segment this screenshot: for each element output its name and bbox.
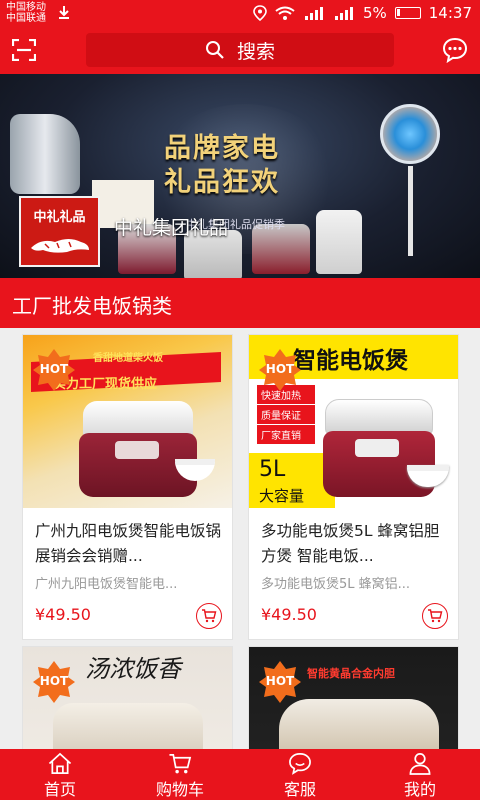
search-label: 搜索	[236, 40, 275, 63]
bottom-nav: 首页 购物车 客服 我的	[0, 749, 480, 800]
signal-icon-2	[334, 7, 353, 20]
product-card[interactable]: 智能电饭煲 快速加热 质量保证 厂家直销 5L 大容量 HOT 多功能电饭煲5L…	[248, 334, 459, 640]
hot-badge: HOT	[259, 661, 301, 703]
banner-fan-image	[380, 104, 440, 164]
battery-percent: 5%	[362, 4, 387, 22]
product-card[interactable]: 汤浓饭香 HOT	[22, 646, 233, 756]
download-icon	[59, 6, 69, 19]
banner-headline: 品牌家电 礼品狂欢	[164, 132, 280, 200]
home-icon	[48, 752, 72, 774]
category-header: 工厂批发电饭锅类	[0, 278, 480, 328]
carrier-1: 中国移动	[6, 2, 46, 13]
banner-kettle-image	[10, 114, 80, 194]
tiger-logo-icon	[31, 239, 89, 253]
hot-badge-label: HOT	[265, 674, 295, 688]
carrier-info: 中国移动 中国联通	[6, 2, 46, 24]
rice-cooker-panel	[355, 439, 399, 457]
product-subtitle: 多功能电饭煲5L 蜂窝铝...	[261, 577, 411, 592]
brand-logo: 中礼礼品	[19, 196, 100, 267]
product-subtitle: 广州九阳电饭煲智能电...	[35, 577, 178, 592]
rice-cooker-panel	[115, 441, 159, 459]
location-icon	[253, 5, 267, 21]
carrier-2: 中国联通	[6, 13, 46, 24]
hot-badge: HOT	[33, 349, 75, 391]
product-title[interactable]: 多功能电饭煲5L 蜂窝铝胆方煲 智能电饭...	[261, 519, 451, 569]
image-tag: 质量保证	[257, 405, 315, 424]
rice-cooker-lid	[279, 699, 439, 755]
product-price: ¥49.50	[35, 605, 91, 624]
image-text: 汤浓饭香	[85, 655, 181, 683]
image-text: 智能黄晶合金内胆	[307, 667, 395, 680]
nav-service-label: 客服	[283, 780, 316, 799]
category-title: 工厂批发电饭锅类	[12, 294, 172, 318]
brand-name: 中礼集团礼品	[114, 217, 229, 239]
image-text: 5L	[259, 457, 286, 482]
hot-badge: HOT	[33, 661, 75, 703]
signal-icon-1	[304, 7, 323, 20]
hot-badge-label: HOT	[39, 362, 69, 376]
search-icon	[205, 41, 224, 59]
battery-icon	[394, 7, 421, 19]
scan-icon[interactable]	[12, 39, 36, 61]
hot-badge-label: HOT	[39, 674, 69, 688]
product-grid: 香甜地道柴火饭 实力工厂现货供应 HOT 广州九阳电饭煲智能电饭锅展销会会销赠.…	[0, 328, 480, 756]
chat-icon	[289, 753, 311, 775]
user-icon	[409, 753, 431, 775]
nav-cart[interactable]: 购物车	[120, 749, 240, 800]
banner-headline-line-1: 品牌家电	[164, 133, 280, 164]
nav-cart-label: 购物车	[155, 780, 204, 799]
image-text: 大容量	[259, 487, 305, 505]
rice-cooker-lid	[325, 399, 433, 435]
status-indicators: 5% 14:37	[253, 4, 472, 22]
hot-badge-label: HOT	[265, 362, 295, 376]
status-bar: 中国移动 中国联通 5% 14:37	[0, 0, 480, 27]
product-title[interactable]: 广州九阳电饭煲智能电饭锅展销会会销赠...	[35, 519, 225, 569]
image-text: 香甜地道柴火饭	[93, 353, 163, 364]
add-to-cart-button[interactable]	[196, 603, 222, 629]
cart-icon	[202, 609, 217, 623]
image-text: 智能电饭煲	[293, 347, 408, 374]
nav-home-label: 首页	[43, 780, 76, 799]
product-card[interactable]: 香甜地道柴火饭 实力工厂现货供应 HOT 广州九阳电饭煲智能电饭锅展销会会销赠.…	[22, 334, 233, 640]
app-header: 搜索	[0, 27, 480, 74]
add-to-cart-button[interactable]	[422, 603, 448, 629]
image-tag: 厂家直销	[257, 425, 315, 444]
nav-home[interactable]: 首页	[0, 749, 120, 800]
logo-text: 中礼礼品	[33, 210, 86, 225]
hot-badge: HOT	[259, 349, 301, 391]
product-price: ¥49.50	[261, 605, 317, 624]
nav-service[interactable]: 客服	[240, 749, 360, 800]
search-bar[interactable]: 搜索	[86, 33, 394, 67]
banner-fan-pole	[408, 166, 413, 256]
banner-headline-line-2: 礼品狂欢	[164, 167, 280, 198]
banner-soymilk-image	[316, 210, 362, 274]
clock: 14:37	[428, 4, 472, 22]
nav-profile[interactable]: 我的	[360, 749, 480, 800]
product-card[interactable]: 智能黄晶合金内胆 HOT	[248, 646, 459, 756]
message-icon[interactable]	[442, 37, 468, 63]
cart-icon	[428, 609, 443, 623]
wifi-icon	[275, 6, 295, 20]
cart-icon	[169, 754, 192, 774]
nav-profile-label: 我的	[403, 780, 436, 799]
rice-cooker-lid	[53, 703, 203, 753]
